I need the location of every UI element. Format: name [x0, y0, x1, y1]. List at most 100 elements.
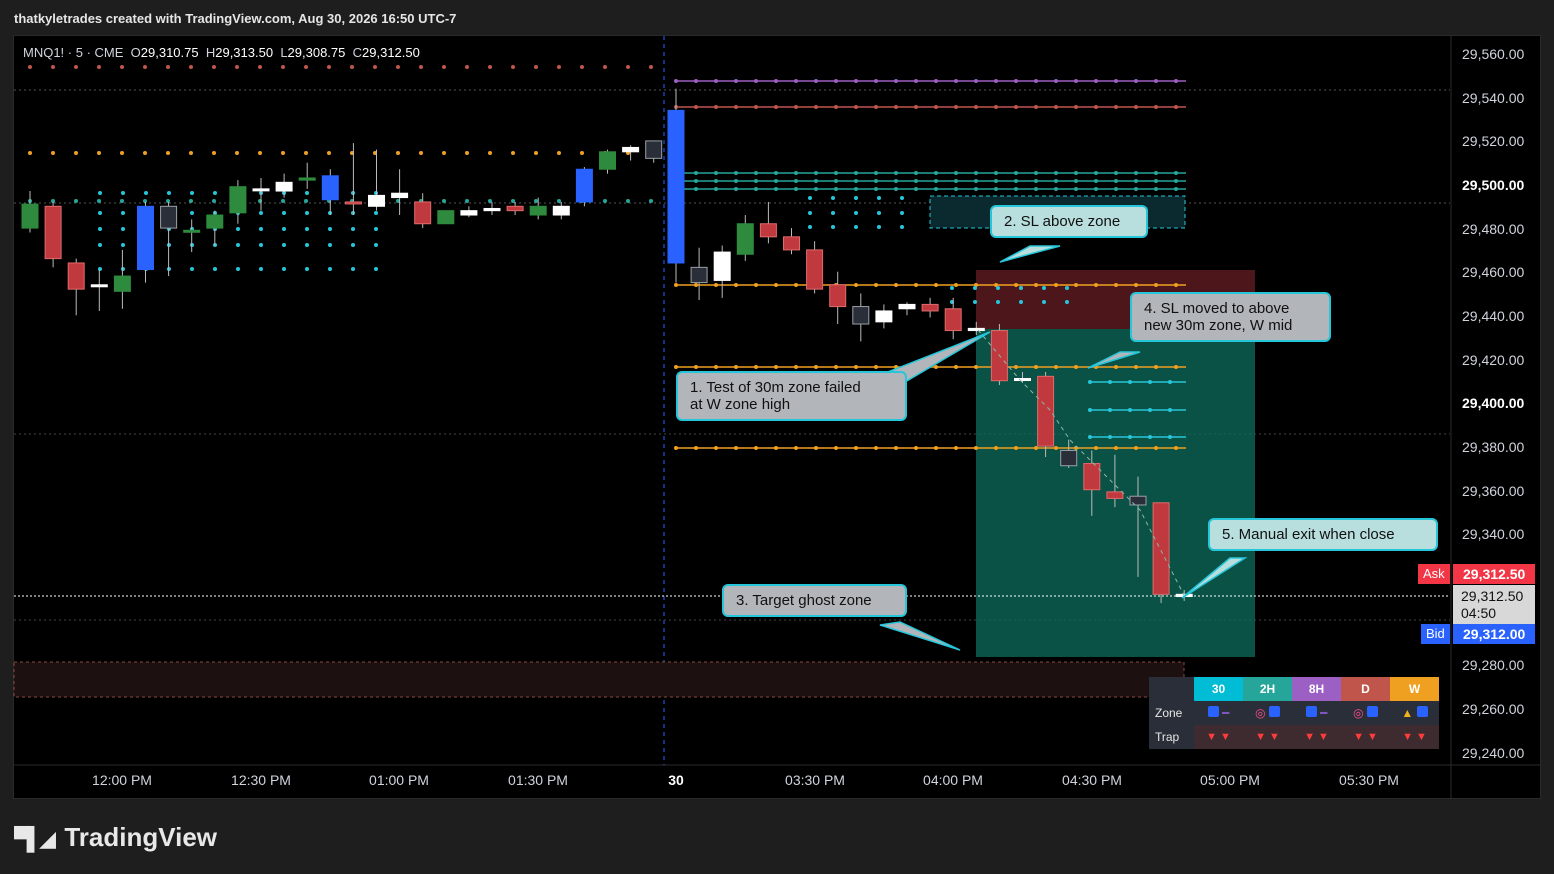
level-d-dot: [1174, 105, 1178, 109]
level-d-dot: [974, 105, 978, 109]
level-d-dot: [894, 105, 898, 109]
level-30m-dot: [98, 227, 102, 231]
level-w-low-dot: [774, 446, 778, 450]
time-tick: 01:00 PM: [369, 772, 429, 788]
level-2h-b-dot: [994, 179, 998, 183]
candle-body: [645, 140, 663, 159]
level-30m-dot: [236, 243, 240, 247]
price-tick: 29,280.00: [1462, 657, 1525, 673]
candle-body: [483, 207, 501, 212]
level-30m-dot: [374, 227, 378, 231]
level-30m-dot: [98, 191, 102, 195]
level-30m-b-dot: [1088, 408, 1092, 412]
candle: [645, 140, 663, 163]
level-w-low-dot: [874, 446, 878, 450]
level-w-mid-dot: [834, 365, 838, 369]
level-30m-dot: [144, 191, 148, 195]
level-8h-dot: [694, 79, 698, 83]
level-w-mid-dot: [1034, 365, 1038, 369]
time-tick-day: 30: [668, 772, 684, 788]
candle-body: [713, 251, 731, 281]
candle-body: [1060, 449, 1078, 467]
candle: [829, 271, 847, 325]
level-w-high-dot: [1034, 283, 1038, 287]
level-2h-b-dot: [794, 179, 798, 183]
level-2h-c-dot: [974, 187, 978, 191]
level-w-low-dot: [674, 446, 678, 450]
level-30m-dot: [305, 191, 309, 195]
level-w-mid-dot: [1074, 365, 1078, 369]
callout-1[interactable]: 1. Test of 30m zone failed at W zone hig…: [676, 371, 907, 421]
level-30m-dot: [121, 227, 125, 231]
level-2h-a-dot: [1154, 171, 1158, 175]
level-2h-c-dot: [1134, 187, 1138, 191]
level-dot-2h: [603, 199, 607, 203]
level-30m-dot: [282, 267, 286, 271]
level-w-low-dot: [1114, 446, 1118, 450]
level-d-dot: [994, 105, 998, 109]
level-8h-dot: [1054, 79, 1058, 83]
price-tick: 29,420.00: [1462, 352, 1525, 368]
level-8h-dot: [794, 79, 798, 83]
low-value: 29,308.75: [287, 45, 346, 60]
level-d-dot: [1054, 105, 1058, 109]
price-tick: 29,440.00: [1462, 308, 1525, 324]
tradingview-brand[interactable]: ▀▌◢ TradingView: [14, 822, 217, 853]
level-30m-c-dot: [1148, 435, 1152, 439]
level-dot-d: [373, 65, 377, 69]
candle-body: [898, 303, 916, 310]
symbol-name[interactable]: MNQ1! · 5 · CME: [23, 45, 123, 60]
level-w-low-dot: [1014, 446, 1018, 450]
candle-body: [437, 210, 455, 225]
level-w-high-dot: [1074, 283, 1078, 287]
candle-body: [1014, 378, 1031, 382]
level-2h-b-dot: [854, 179, 858, 183]
level-2h-a-dot: [934, 171, 938, 175]
level-w-low-dot: [834, 446, 838, 450]
level-2h-b: [674, 179, 1186, 183]
callout-5[interactable]: 5. Manual exit when close: [1208, 518, 1438, 551]
level-2h-b-dot: [694, 179, 698, 183]
level-30m-dot: [808, 211, 812, 215]
level-dot-2h: [626, 199, 630, 203]
level-2h-a-dot: [1094, 171, 1098, 175]
level-30m-dot: [190, 211, 194, 215]
level-8h-dot: [1014, 79, 1018, 83]
level-dot-d: [189, 65, 193, 69]
level-2h-b-dot: [1054, 179, 1058, 183]
level-30m-dot: [282, 211, 286, 215]
callout-4[interactable]: 4. SL moved to above new 30m zone, W mid: [1130, 292, 1331, 342]
level-d-dot: [1114, 105, 1118, 109]
tradingview-logo-icon: ▀▌◢: [14, 826, 56, 851]
level-w-mid-dot: [954, 365, 958, 369]
callout-3[interactable]: 3. Target ghost zone: [722, 584, 907, 617]
candle-body: [1152, 502, 1170, 595]
col-header-8h: 8H: [1292, 677, 1341, 701]
brand-name: TradingView: [64, 822, 218, 852]
level-dot-w: [97, 151, 101, 155]
level-d-dot: [1034, 105, 1038, 109]
level-30m-dot: [1042, 300, 1046, 304]
level-8h-dot: [914, 79, 918, 83]
level-dot-d: [557, 65, 561, 69]
level-dot-2h: [465, 199, 469, 203]
level-30m-dot: [1065, 286, 1069, 290]
level-dot-2h: [442, 199, 446, 203]
level-w-high-dot: [954, 283, 958, 287]
level-dot-w: [281, 151, 285, 155]
level-w-high-dot: [894, 283, 898, 287]
arrows-icon: [1305, 706, 1317, 717]
level-w-high-dot: [1094, 283, 1098, 287]
level-30m-c-dot: [1128, 435, 1132, 439]
candle-body: [667, 109, 685, 264]
callout-2[interactable]: 2. SL above zone: [990, 205, 1148, 238]
level-2h-c-dot: [814, 187, 818, 191]
level-30m-dot: [1065, 300, 1069, 304]
candle-body: [783, 236, 800, 251]
level-30m-dot: [121, 243, 125, 247]
dash-icon: ━: [1320, 706, 1328, 720]
level-dot-w: [465, 151, 469, 155]
level-2h-c-dot: [954, 187, 958, 191]
level-w-low-dot: [1154, 446, 1158, 450]
level-d-dot: [714, 105, 718, 109]
